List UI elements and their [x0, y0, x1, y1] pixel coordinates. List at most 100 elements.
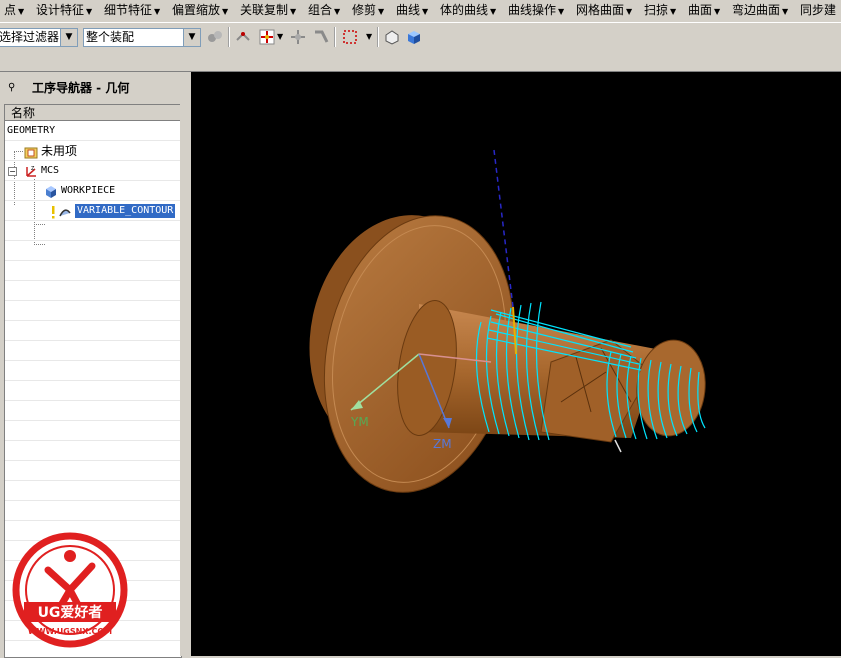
menu-combine[interactable]: 组合 ▼ — [304, 0, 344, 20]
chevron-down-icon: ▼ — [290, 7, 297, 16]
shaded-view-icon[interactable] — [405, 28, 423, 46]
selection-filter-value: 选择过滤器 — [0, 30, 60, 44]
node-label: MCS — [41, 165, 60, 176]
watermark-url: WWW.UGSNX.COM — [28, 627, 112, 636]
menu-trim[interactable]: 修剪 ▼ — [348, 0, 388, 20]
menu-label: 修剪 — [352, 3, 377, 17]
svg-text:Z: Z — [31, 166, 35, 172]
coordinate-system-icon: Z — [26, 166, 36, 177]
chevron-down-icon: ▼ — [714, 7, 721, 16]
tree-node-variable-contour[interactable]: VARIABLE_CONTOUR — [5, 201, 181, 221]
node-label: VARIABLE_CONTOUR — [75, 204, 176, 218]
point-on-curve-icon[interactable] — [258, 28, 276, 46]
chevron-down-icon: ▼ — [490, 7, 497, 16]
tree-empty-row — [5, 481, 181, 501]
chevron-down-icon: ▼ — [626, 7, 633, 16]
move-point-icon[interactable] — [289, 28, 307, 46]
chevron-down-icon[interactable]: ▼ — [60, 29, 77, 46]
tree-empty-row — [5, 261, 181, 281]
menu-label: 同步建 — [800, 3, 837, 17]
ug-logo-icon: UG爱好者 WWW.UGSNX.COM — [12, 532, 128, 648]
chevron-down-icon: ▼ — [154, 7, 161, 16]
chevron-down-icon: ▼ — [558, 7, 565, 16]
chevron-down-icon[interactable]: ▼ — [366, 32, 372, 41]
menu-offset-scale[interactable]: 偏置缩放 ▼ — [168, 0, 232, 20]
toolbar: 选择过滤器 ▼ 整个装配 ▼ ▼ ▼ — [0, 22, 841, 52]
part-model-view: YM ZM — [309, 149, 706, 493]
rectangle-select-icon[interactable] — [341, 28, 359, 46]
menu-label: 曲面 — [688, 3, 713, 17]
chevron-down-icon: ▼ — [670, 7, 677, 16]
chevron-down-icon: ▼ — [18, 7, 25, 16]
chevron-down-icon: ▼ — [422, 7, 429, 16]
point-constructor-icon[interactable] — [234, 28, 252, 46]
selection-filter-select[interactable]: 选择过滤器 ▼ — [0, 28, 78, 47]
menu-label: 扫掠 — [644, 3, 669, 17]
menu-associative-copy[interactable]: 关联复制 ▼ — [236, 0, 300, 20]
chevron-down-icon[interactable]: ▼ — [183, 29, 200, 46]
folder-icon — [24, 147, 38, 159]
chevron-down-icon: ▼ — [782, 7, 789, 16]
menu-sweep[interactable]: 扫掠 ▼ — [640, 0, 680, 20]
tree-empty-row — [5, 461, 181, 481]
navigator-title-bar: ⚲ 工序导航器 - 几何 — [0, 72, 190, 104]
menu-surface[interactable]: 曲面 ▼ — [684, 0, 724, 20]
tool-axis-end — [614, 439, 622, 453]
menu-label: 点 — [4, 3, 17, 17]
tree-empty-row — [5, 281, 181, 301]
menu-curve[interactable]: 曲线 ▼ — [392, 0, 432, 20]
toolbar-strip — [0, 51, 841, 72]
menu-mesh-surface[interactable]: 网格曲面 ▼ — [572, 0, 636, 20]
tree-empty-row — [5, 401, 181, 421]
ug-logo-watermark: UG爱好者 WWW.UGSNX.COM — [8, 528, 132, 652]
graphics-viewport[interactable]: YM ZM — [191, 72, 841, 656]
tree-empty-row — [5, 321, 181, 341]
wireframe-view-icon[interactable] — [383, 28, 401, 46]
menu-label: 体的曲线 — [440, 3, 489, 17]
chevron-down-icon: ▼ — [86, 7, 93, 16]
menu-label: 细节特征 — [104, 3, 153, 17]
menu-label: 偏置缩放 — [172, 3, 221, 17]
workpiece-icon — [46, 186, 56, 198]
menu-detail-feature[interactable]: 细节特征 ▼ — [100, 0, 164, 20]
chevron-down-icon: ▼ — [378, 7, 385, 16]
watermark-brand: UG爱好者 — [38, 604, 103, 621]
tree-node-mcs[interactable]: − Z MCS — [5, 161, 181, 181]
column-header-label: 名称 — [11, 106, 36, 120]
toolbar-separator — [377, 27, 379, 47]
menu-label: 关联复制 — [240, 3, 289, 17]
tree-node-geometry[interactable]: GEOMETRY — [5, 121, 181, 141]
tree-empty-row — [5, 341, 181, 361]
tree-node-workpiece[interactable]: WORKPIECE — [5, 181, 181, 201]
column-header-name[interactable]: 名称 — [5, 105, 181, 121]
menu-flange-surface[interactable]: 弯边曲面 ▼ — [728, 0, 792, 20]
assembly-scope-select[interactable]: 整个装配 ▼ — [83, 28, 201, 47]
tree-empty-row — [5, 221, 181, 241]
pin-icon[interactable]: ⚲ — [8, 72, 18, 104]
tree-empty-row — [5, 241, 181, 261]
snap-point-icon[interactable] — [206, 28, 224, 46]
chevron-down-icon[interactable]: ▼ — [277, 32, 283, 41]
menu-label: 设计特征 — [36, 3, 85, 17]
node-label: WORKPIECE — [61, 185, 116, 196]
menu-edit-curve[interactable]: 曲线操作 ▼ — [504, 0, 568, 20]
menu-synchronous[interactable]: 同步建 — [796, 0, 840, 20]
navigator-resize-bar[interactable] — [180, 104, 190, 656]
menu-label: 网格曲面 — [576, 3, 625, 17]
menu-label: 曲线 — [396, 3, 421, 17]
chevron-down-icon: ▼ — [334, 7, 341, 16]
zm-axis-label: ZM — [433, 437, 452, 451]
curve-tool-icon[interactable] — [312, 28, 330, 46]
tree-node-unused[interactable]: 未用项 — [5, 141, 181, 161]
menu-curve-from-bodies[interactable]: 体的曲线 ▼ — [436, 0, 500, 20]
menu-design-feature[interactable]: 设计特征 ▼ — [32, 0, 96, 20]
menu-bar: 点 ▼ 设计特征 ▼ 细节特征 ▼ 偏置缩放 ▼ 关联复制 ▼ 组合 ▼ 修剪 ▼ 曲线 ▼ 体… — [0, 0, 841, 20]
contour-operation-icon — [59, 209, 71, 217]
toolbar-separator — [228, 27, 230, 47]
assembly-scope-value: 整个装配 — [86, 30, 135, 44]
menu-point[interactable]: 点 ▼ — [0, 0, 28, 20]
collapse-toggle[interactable]: − — [8, 167, 17, 176]
menu-label: 组合 — [308, 3, 333, 17]
menu-label: 曲线操作 — [508, 3, 557, 17]
ym-axis-label: YM — [350, 415, 369, 429]
